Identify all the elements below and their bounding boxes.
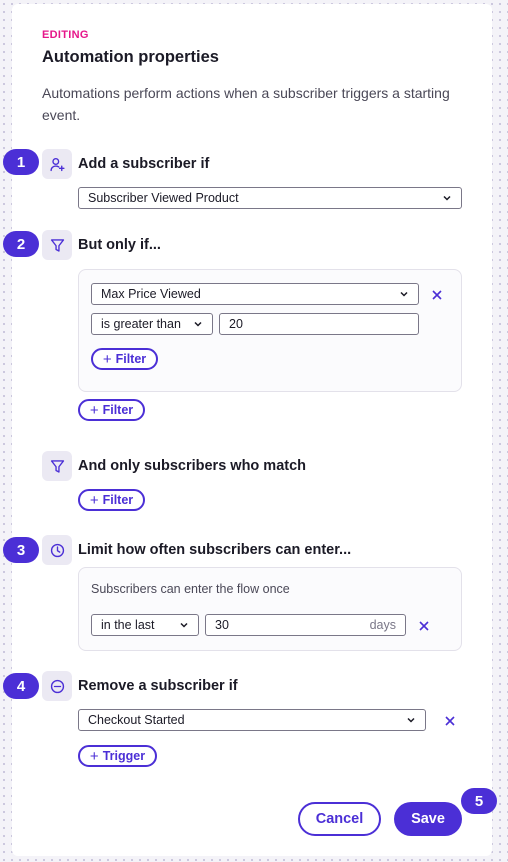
panel-description: Automations perform actions when a subsc… [42, 85, 450, 123]
removal-select-value: Checkout Started [88, 713, 185, 727]
save-button[interactable]: Save [394, 802, 462, 836]
trigger-label: Add a subscriber if [78, 156, 210, 172]
limit-label: Limit how often subscribers can enter... [78, 542, 352, 558]
filter-icon [50, 238, 64, 252]
trigger-select[interactable]: Subscriber Viewed Product [78, 187, 462, 209]
plus-icon: + [102, 350, 112, 368]
chevron-down-icon [400, 291, 408, 297]
step-badge-3: 3 [3, 537, 39, 563]
trigger-icon-box [42, 149, 72, 179]
condition-operator-select[interactable]: is greater than [91, 313, 213, 335]
remove-condition-close-icon[interactable] [431, 289, 443, 301]
condition-label: But only if... [78, 237, 161, 253]
plus-icon: + [89, 491, 99, 509]
condition-icon-box [42, 230, 72, 260]
condition-operator-value: is greater than [101, 317, 181, 331]
condition-field-value: Max Price Viewed [101, 287, 201, 301]
removal-label: Remove a subscriber if [78, 678, 238, 694]
removal-icon-box [42, 671, 72, 701]
add-filter-label: Filter [102, 403, 134, 417]
condition-value-input[interactable]: 20 [219, 313, 419, 335]
add-trigger-label: Trigger [102, 749, 146, 763]
limit-card [78, 567, 462, 651]
trigger-select-value: Subscriber Viewed Product [88, 191, 239, 205]
limit-value-text: 30 [215, 618, 229, 632]
step-badge-4: 4 [3, 673, 39, 699]
chevron-down-icon [180, 622, 188, 628]
add-filter-button[interactable]: + Filter [78, 399, 145, 421]
limit-info-text: Subscribers can enter the flow once [91, 582, 290, 596]
limit-icon-box [42, 535, 72, 565]
add-inner-filter-button[interactable]: + Filter [91, 348, 158, 370]
clock-icon [50, 543, 64, 557]
add-audience-filter-button[interactable]: + Filter [78, 489, 145, 511]
chevron-down-icon [407, 717, 415, 723]
editing-tag: EDITING [42, 29, 89, 41]
step-badge-1: 1 [3, 149, 39, 175]
removal-select[interactable]: Checkout Started [78, 709, 426, 731]
add-inner-filter-label: Filter [115, 352, 147, 366]
audience-label: And only subscribers who match [78, 458, 307, 474]
chevron-down-icon [443, 195, 451, 201]
cancel-button[interactable]: Cancel [298, 802, 381, 836]
remove-limit-close-icon[interactable] [418, 620, 430, 632]
condition-field-select[interactable]: Max Price Viewed [91, 283, 419, 305]
add-trigger-button[interactable]: + Trigger [78, 745, 157, 767]
condition-value-text: 20 [229, 317, 243, 331]
limit-period-value: in the last [101, 618, 155, 632]
remove-removal-close-icon[interactable] [444, 715, 456, 727]
step-badge-5: 5 [461, 788, 497, 814]
audience-icon-box [42, 451, 72, 481]
chevron-down-icon [194, 321, 202, 327]
limit-period-select[interactable]: in the last [91, 614, 199, 636]
minus-circle-icon [50, 679, 64, 693]
limit-value-input[interactable]: 30 days [205, 614, 406, 636]
limit-unit-suffix: days [369, 618, 396, 632]
step-badge-2: 2 [3, 231, 39, 257]
add-user-icon [49, 157, 65, 171]
page-title: Automation properties [42, 48, 219, 66]
plus-icon: + [89, 747, 99, 765]
add-audience-filter-label: Filter [102, 493, 134, 507]
filter-icon [50, 459, 64, 473]
plus-icon: + [89, 401, 99, 419]
